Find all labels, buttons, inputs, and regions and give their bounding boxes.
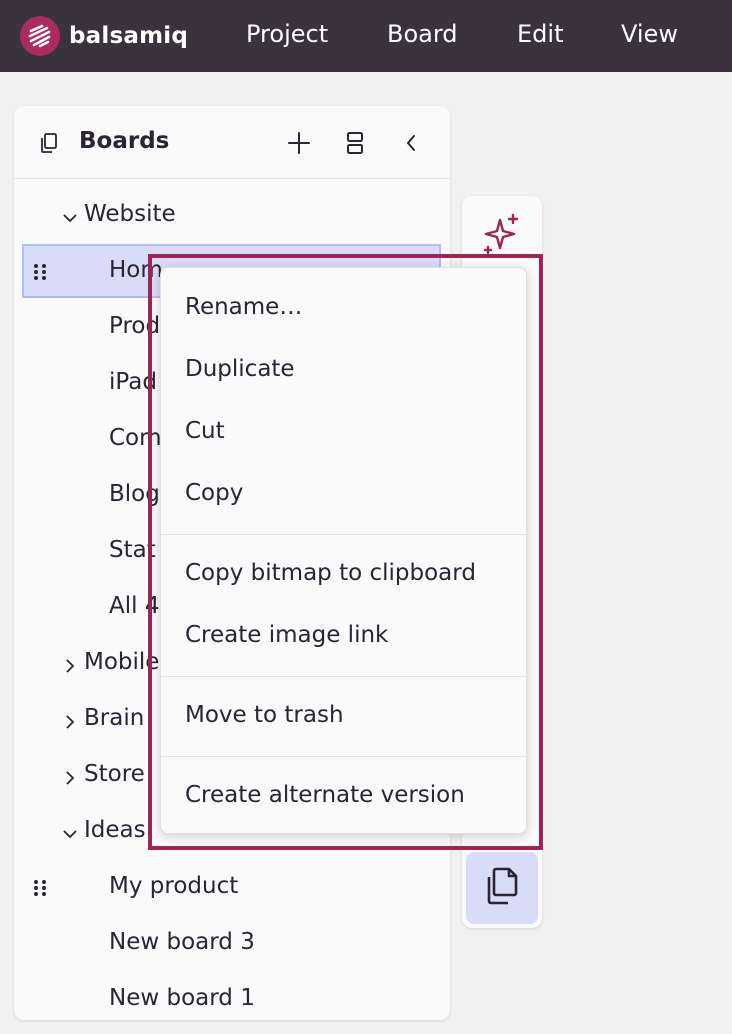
tree-board-label: New board 1 [109, 985, 255, 1011]
tree-folder-label: Store [84, 761, 145, 787]
tree-folder-label: Website [84, 201, 176, 227]
boards-panel-header: Boards [14, 106, 450, 179]
boards-rail-button[interactable] [466, 852, 538, 924]
menu-separator [161, 534, 528, 535]
menu-separator [161, 756, 528, 757]
split-view-button[interactable] [342, 130, 368, 156]
tree-folder-label: Ideas [84, 817, 146, 843]
tree-board-label: New board 3 [109, 929, 255, 955]
tree-board-new-board-1[interactable]: New board 1 [14, 972, 450, 1020]
sparkle-icon[interactable] [480, 212, 524, 256]
tree-board-label: My product [109, 873, 239, 899]
chevron-right-icon[interactable] [62, 654, 78, 673]
menu-cut[interactable]: Cut [185, 418, 225, 444]
menu-copy-bitmap[interactable]: Copy bitmap to clipboard [185, 560, 476, 586]
add-board-button[interactable] [286, 130, 312, 156]
menu-copy[interactable]: Copy [185, 480, 243, 506]
menu-edit[interactable]: Edit [517, 20, 563, 48]
tree-folder-website[interactable]: Website [14, 188, 450, 244]
brand-name: balsamiq [69, 23, 188, 49]
boards-icon [482, 865, 522, 911]
chevron-right-icon[interactable] [62, 766, 78, 785]
menu-view[interactable]: View [621, 20, 678, 48]
tree-board-new-board-3[interactable]: New board 3 [14, 916, 450, 972]
chevron-down-icon[interactable] [62, 822, 78, 839]
chevron-down-icon[interactable] [62, 206, 78, 223]
menu-create-alternate-version[interactable]: Create alternate version [185, 782, 465, 808]
menu-create-image-link[interactable]: Create image link [185, 622, 388, 648]
chevron-right-icon[interactable] [62, 710, 78, 729]
menu-duplicate[interactable]: Duplicate [185, 356, 295, 382]
context-menu: Rename… Duplicate Cut Copy Copy bitmap t… [160, 267, 528, 834]
boards-icon [36, 130, 62, 156]
menu-bar: balsamiq Project Board Edit View [0, 0, 732, 72]
menu-separator [161, 676, 528, 677]
panel-title: Boards [79, 128, 170, 154]
drag-handle-icon[interactable] [32, 876, 48, 900]
menu-board[interactable]: Board [387, 20, 458, 48]
tree-folder-label: Brain [84, 705, 145, 731]
tree-board-my-product[interactable]: My product [14, 860, 450, 916]
drag-handle-icon[interactable] [32, 260, 48, 284]
brand[interactable]: balsamiq [20, 16, 188, 56]
collapse-panel-button[interactable] [398, 130, 424, 156]
balsamiq-logo-icon [20, 16, 60, 56]
menu-project[interactable]: Project [246, 20, 328, 48]
menu-move-to-trash[interactable]: Move to trash [185, 702, 344, 728]
menu-rename[interactable]: Rename… [185, 294, 302, 320]
